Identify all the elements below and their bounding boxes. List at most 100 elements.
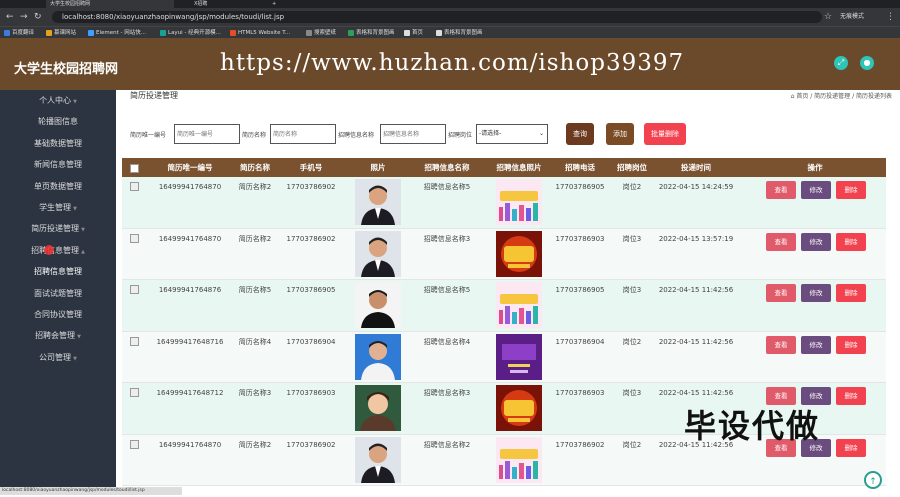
browser-tab[interactable]: X招聘	[190, 0, 268, 8]
search-label-job: 招聘信息名称	[338, 132, 375, 139]
table-header: 简历唯一编号 简历名称 手机号 照片 招聘信息名称 招聘信息照片 招聘电话 招聘…	[122, 158, 886, 177]
cell-name: 简历名称2	[238, 440, 272, 449]
column-header[interactable]: 简历唯一编号	[168, 158, 213, 177]
edit-button[interactable]: 修改	[801, 181, 831, 199]
bookmark-icon	[230, 29, 236, 36]
cell-id: 16499941764871​6	[156, 337, 224, 346]
resume-photo[interactable]	[355, 282, 401, 328]
column-header[interactable]: 手机号	[300, 158, 323, 177]
user-icon[interactable]: ●	[860, 56, 874, 70]
sidebar-item-resume-delivery[interactable]: 简历投递管理 ▼	[0, 218, 116, 239]
cell-job: 招聘信息名称5	[423, 286, 471, 294]
cell-time: 2022-04-15 11:42:56	[658, 286, 734, 294]
edit-button[interactable]: 修改	[801, 232, 831, 251]
add-button[interactable]: 添加	[606, 123, 634, 145]
job-name-input[interactable]	[380, 124, 446, 144]
cell-time: 2022-04-15 14:24:59	[658, 183, 734, 191]
overlay-stamp-text: 毕设代做	[684, 407, 821, 445]
chevron-down-icon: ⌄	[538, 130, 544, 137]
sidebar-item-job-fair[interactable]: 招聘会管理 ▼	[0, 325, 116, 346]
column-header[interactable]: 招聘信息名称	[425, 158, 470, 177]
bookmark-icon	[436, 29, 442, 36]
resume-photo[interactable]	[355, 333, 401, 380]
breadcrumb[interactable]: ⌂ 首页 / 简历投递管理 / 简历投递列表	[791, 91, 892, 103]
resume-photo[interactable]	[355, 436, 401, 483]
cell-phone: 17703786903	[286, 389, 336, 397]
reload-icon[interactable]: ↻	[34, 11, 42, 23]
cell-job: 招聘信息名称2	[423, 440, 471, 449]
browser-tab-active[interactable]: 大学生校园招聘网	[46, 0, 174, 8]
row-checkbox[interactable]	[130, 439, 139, 449]
forward-icon[interactable]: →	[20, 11, 28, 23]
delete-button[interactable]: 删除	[836, 438, 866, 457]
resume-id-input[interactable]	[174, 124, 240, 144]
view-button[interactable]: 查看	[766, 232, 796, 251]
sidebar-item-personal[interactable]: 个人中心 ▼	[0, 90, 116, 111]
fullscreen-icon[interactable]: ⤢	[834, 56, 848, 70]
column-header[interactable]: 投递时间	[681, 158, 711, 177]
edit-button[interactable]: 修改	[801, 335, 831, 354]
job-photo[interactable]	[496, 436, 542, 483]
column-header[interactable]: 招聘电话	[565, 158, 595, 177]
new-tab-icon[interactable]: +	[268, 0, 280, 8]
url-input[interactable]: localhost:8080/xiaoyuanzhaopinwang/jsp/m…	[52, 11, 822, 23]
row-checkbox[interactable]	[130, 233, 139, 243]
sidebar-item-contract[interactable]: 合同协议管理	[0, 304, 116, 325]
sidebar-item-interview[interactable]: 面试试题管理	[0, 283, 116, 304]
row-checkbox[interactable]	[130, 388, 139, 397]
cell-post: 岗位3	[622, 389, 642, 397]
sidebar-item-single-page[interactable]: 单页数据管理	[0, 176, 116, 197]
post-select[interactable]: -请选择- ⌄	[476, 124, 548, 144]
resume-photo[interactable]	[355, 385, 401, 431]
back-icon[interactable]: ←	[6, 11, 14, 23]
app-brand: 大学生校园招聘网	[14, 62, 119, 77]
delete-button[interactable]: 删除	[836, 232, 866, 251]
row-checkbox[interactable]	[130, 336, 139, 346]
sidebar-item-recruitment[interactable]: 招聘信息管理 ▲	[0, 240, 116, 261]
cell-id: 16499941764870	[158, 440, 222, 449]
job-photo[interactable]	[496, 230, 542, 277]
star-icon[interactable]: ☆	[824, 11, 832, 23]
edit-button[interactable]: 修改	[801, 284, 831, 302]
sidebar-subitem-recruitment[interactable]: 招聘信息管理	[0, 261, 116, 282]
select-all-checkbox[interactable]	[130, 164, 139, 173]
job-photo[interactable]	[496, 179, 542, 225]
delete-button[interactable]: 删除	[836, 335, 866, 354]
table-body: 16499941764870 简历名称2 17703786902 招聘信息名称5 177…	[122, 177, 886, 497]
resume-photo[interactable]	[355, 179, 401, 225]
job-photo[interactable]	[496, 333, 542, 380]
profile-label[interactable]: 无痕模式	[840, 12, 864, 22]
column-header[interactable]: 简历名称	[240, 158, 270, 177]
sidebar-item-news[interactable]: 新闻信息管理	[0, 154, 116, 175]
sidebar-item-basic-data[interactable]: 基础数据管理	[0, 133, 116, 154]
sidebar-item-students[interactable]: 学生管理 ▼	[0, 197, 116, 218]
batch-delete-button[interactable]: 批量删除	[644, 123, 686, 145]
cell-phone: 17703786902	[286, 440, 336, 449]
cell-post: 岗位3	[622, 234, 642, 243]
cursor-click-indicator	[44, 245, 54, 255]
view-button[interactable]: 查看	[766, 181, 796, 199]
search-button[interactable]: 查询	[566, 123, 594, 145]
job-photo[interactable]	[496, 385, 542, 431]
column-header[interactable]: 招聘岗位	[617, 158, 647, 177]
menu-icon[interactable]: ⋮	[886, 11, 895, 23]
row-checkbox[interactable]	[130, 285, 139, 294]
chevron-down-icon: ▼	[81, 227, 85, 234]
table-row: 16499941764870 简历名称2 17703786902 招聘信息名称3 177…	[122, 228, 886, 280]
delete-button[interactable]: 删除	[836, 284, 866, 302]
delete-button[interactable]: 删除	[836, 387, 866, 405]
row-checkbox[interactable]	[130, 182, 139, 191]
job-photo[interactable]	[496, 282, 542, 328]
back-to-top-icon[interactable]: ↑	[864, 471, 882, 489]
cell-time: 2022-04-15 11:42:56	[658, 389, 734, 397]
chevron-down-icon: ▼	[73, 205, 77, 212]
resume-photo[interactable]	[355, 230, 401, 277]
sidebar-item-company[interactable]: 公司管理 ▼	[0, 347, 116, 368]
sidebar-item-carousel[interactable]: 轮播图信息	[0, 111, 116, 132]
sidebar: 个人中心 ▼ 轮播图信息 基础数据管理 新闻信息管理 单页数据管理 学生管理 ▼ 简…	[0, 90, 116, 495]
resume-name-input[interactable]	[270, 124, 336, 144]
view-button[interactable]: 查看	[766, 335, 796, 354]
delete-button[interactable]: 删除	[836, 181, 866, 199]
bookmark-icon	[348, 29, 354, 36]
view-button[interactable]: 查看	[766, 284, 796, 302]
